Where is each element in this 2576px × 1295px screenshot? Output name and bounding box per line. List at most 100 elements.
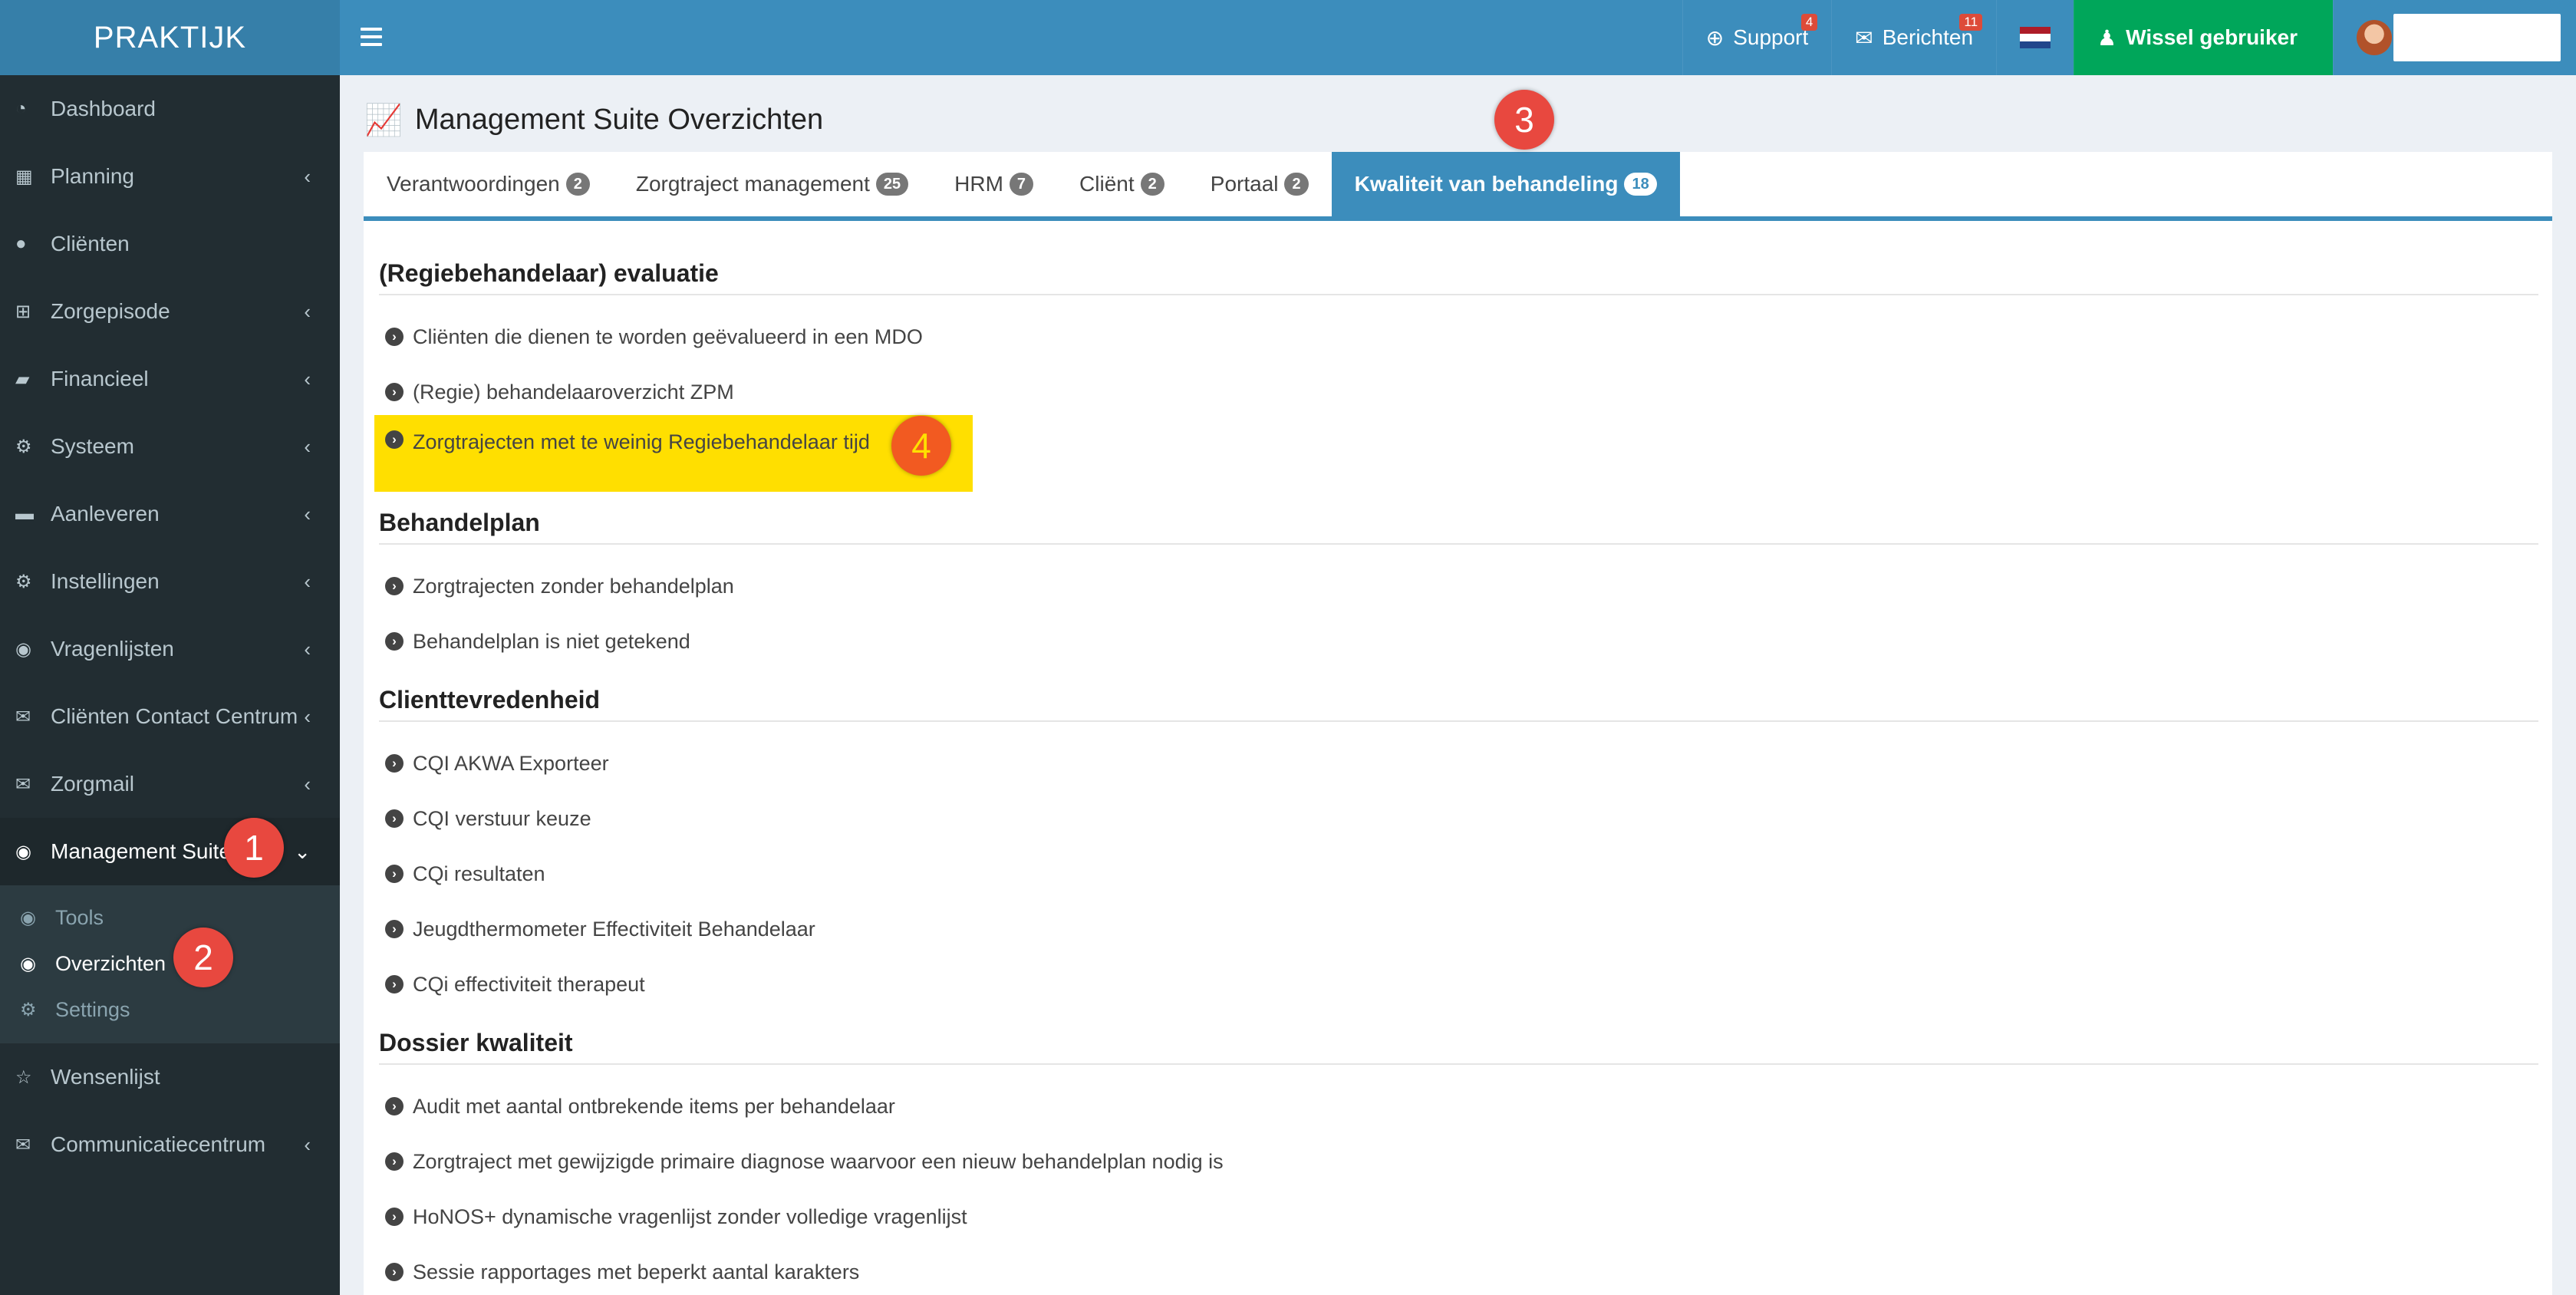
header-nav: ⊕ Support 4 ✉ Berichten 11 ♟ Wissel gebr…	[1682, 0, 2576, 75]
chevron-circle-right-icon: ›	[385, 1208, 404, 1226]
tab-label: HRM	[954, 172, 1003, 196]
sidebar-item-planning[interactable]: ▦ Planning ‹	[0, 143, 340, 210]
sidebar-item-label: Financieel	[51, 367, 149, 390]
tabs-box: Verantwoordingen 2 Zorgtraject management…	[364, 152, 2552, 1295]
report-link[interactable]: › CQI AKWA Exporteer	[379, 736, 2538, 791]
tab-hrm[interactable]: HRM 7	[931, 152, 1056, 216]
annotation-step-1: 1	[224, 818, 284, 878]
chevron-circle-right-icon: ›	[385, 865, 404, 883]
user-name-box	[2393, 14, 2561, 61]
section-dossier-kwaliteit: Dossier kwaliteit › Audit met aantal ontb…	[379, 1029, 2538, 1295]
report-link[interactable]: › CQi effectiviteit therapeut	[379, 957, 2538, 1012]
chevron-circle-right-icon: ›	[385, 383, 404, 401]
chevron-circle-right-icon: ›	[385, 920, 404, 938]
chevron-left-icon: ‹	[304, 502, 311, 526]
chevron-circle-right-icon: ›	[385, 577, 404, 595]
cogs-icon: ⚙	[15, 436, 32, 457]
submenu-item-settings[interactable]: ⚙ Settings	[0, 987, 340, 1033]
switch-user-button[interactable]: ♟ Wissel gebruiker	[2074, 0, 2333, 75]
tab-portaal[interactable]: Portaal 2	[1188, 152, 1332, 216]
report-link[interactable]: › Jeugdthermometer Effectiviteit Behandel…	[379, 901, 2538, 957]
tab-label: Kwaliteit van behandeling	[1354, 172, 1619, 196]
sidebar-item-zorgepisode[interactable]: ⊞ Zorgepisode ‹	[0, 278, 340, 345]
sidebar-item-label: Cliënten Contact Centrum	[51, 704, 298, 728]
chevron-down-icon: ⌄	[294, 839, 311, 863]
tab-client[interactable]: Cliënt 2	[1056, 152, 1188, 216]
page-title-text: Management Suite Overzichten	[414, 103, 824, 136]
report-link-highlighted[interactable]: › Zorgtrajecten met te weinig Regiebehand…	[374, 415, 973, 492]
tab-count-badge: 2	[565, 173, 590, 196]
sidebar-item-communicatiecentrum[interactable]: ✉ Communicatiecentrum ‹	[0, 1111, 340, 1178]
report-link[interactable]: › Behandelplan is niet getekend	[379, 614, 2538, 669]
annotation-step-3: 3	[1494, 90, 1554, 150]
sidebar-item-label: Cliënten	[51, 232, 130, 255]
sidebar-item-zorgmail[interactable]: ✉ Zorgmail ‹	[0, 750, 340, 818]
envelope-icon: ✉	[1855, 25, 1873, 50]
report-link-label: (Regie) behandelaaroverzicht ZPM	[413, 380, 734, 404]
sidebar-item-instellingen[interactable]: ⚙ Instellingen ‹	[0, 548, 340, 615]
gear-icon: ⚙	[20, 999, 37, 1020]
report-link[interactable]: › Zorgtraject met gewijzigde primaire dia…	[379, 1134, 2538, 1189]
tab-count-badge: 25	[875, 173, 909, 196]
report-link-label: CQI verstuur keuze	[413, 806, 591, 830]
language-flag-button[interactable]	[1996, 0, 2074, 75]
tab-verantwoordingen[interactable]: Verantwoordingen 2	[364, 152, 613, 216]
lifebuoy-icon: ⊕	[1705, 25, 1724, 50]
sidebar-item-systeem[interactable]: ⚙ Systeem ‹	[0, 413, 340, 480]
envelope-icon: ✉	[15, 706, 31, 727]
submenu-item-tools[interactable]: ◉ Tools	[0, 895, 340, 941]
report-link-label: Zorgtraject met gewijzigde primaire diag…	[413, 1149, 1224, 1173]
sidebar-item-aanleveren[interactable]: ▬ Aanleveren ‹	[0, 480, 340, 548]
tab-label: Portaal	[1210, 172, 1279, 196]
sidebar-item-label: Wensenlijst	[51, 1065, 160, 1089]
submenu-item-overzichten[interactable]: ◉ Overzichten	[0, 941, 340, 987]
report-link[interactable]: › CQi resultaten	[379, 846, 2538, 901]
sidebar-item-label: Zorgmail	[51, 772, 134, 796]
tab-zorgtraject-management[interactable]: Zorgtraject management 25	[613, 152, 931, 216]
app-logo[interactable]: PRAKTIJK	[0, 0, 340, 75]
sidebar-item-dashboard[interactable]: ◔ Dashboard	[0, 75, 340, 143]
sidebar-item-label: Zorgepisode	[51, 299, 170, 323]
report-link[interactable]: › Audit met aantal ontbrekende items per …	[379, 1079, 2538, 1134]
report-link[interactable]: › Cliënten die dienen te worden geëvaluee…	[379, 309, 2538, 364]
sidebar-item-management-suite[interactable]: ◉ Management Suite ⌄	[0, 818, 340, 885]
report-link-label: Jeugdthermometer Effectiviteit Behandela…	[413, 917, 815, 941]
report-link-label: CQI AKWA Exporteer	[413, 751, 609, 775]
chevron-circle-right-icon: ›	[385, 328, 404, 346]
tab-label: Verantwoordingen	[387, 172, 560, 196]
report-link-label: Cliënten die dienen te worden geëvalueer…	[413, 325, 923, 348]
chevron-circle-right-icon: ›	[385, 754, 404, 773]
chevron-left-icon: ‹	[304, 569, 311, 593]
hamburger-menu-icon[interactable]	[361, 23, 382, 52]
truck-icon: ▬	[15, 503, 34, 524]
sidebar-item-clienten[interactable]: ● Cliënten	[0, 210, 340, 278]
sidebar-item-financieel[interactable]: ▰ Financieel ‹	[0, 345, 340, 413]
report-link[interactable]: › Zorgtrajecten zonder behandelplan	[379, 559, 2538, 614]
sidebar-item-wensenlijst[interactable]: ☆ Wensenlijst	[0, 1043, 340, 1111]
dashboard-icon: ◔	[15, 98, 27, 119]
annotation-step-2: 2	[173, 928, 233, 987]
line-chart-icon: 📈	[364, 103, 403, 137]
sidebar-item-vragenlijsten[interactable]: ◉ Vragenlijsten ‹	[0, 615, 340, 683]
report-link[interactable]: › HoNOS+ dynamische vragenlijst zonder vo…	[379, 1189, 2538, 1244]
report-link[interactable]: › (Regie) behandelaaroverzicht ZPM	[379, 364, 2538, 420]
messages-badge: 11	[1959, 14, 1983, 31]
page-title: 📈 Management Suite Overzichten	[364, 97, 823, 143]
report-link[interactable]: › CQI verstuur keuze	[379, 791, 2538, 846]
messages-button[interactable]: ✉ Berichten 11	[1831, 0, 1996, 75]
submenu-item-label: Overzichten	[55, 951, 166, 975]
chevron-left-icon: ‹	[304, 1132, 311, 1156]
report-link[interactable]: › Sessie rapportages met beperkt aantal k…	[379, 1244, 2538, 1295]
chevron-circle-right-icon: ›	[385, 430, 404, 449]
chevron-circle-right-icon: ›	[385, 632, 404, 651]
section-clienttevredenheid: Clienttevredenheid › CQI AKWA Exporteer ›…	[379, 686, 2538, 1012]
chevron-left-icon: ‹	[304, 637, 311, 661]
user-menu[interactable]	[2333, 0, 2576, 75]
section-title: Behandelplan	[379, 509, 2538, 545]
sidebar-item-clienten-contact-centrum[interactable]: ✉ Cliënten Contact Centrum ‹	[0, 683, 340, 750]
book-icon: ▰	[15, 368, 30, 390]
tab-label: Zorgtraject management	[635, 172, 870, 196]
tab-kwaliteit-van-behandeling[interactable]: Kwaliteit van behandeling 18	[1331, 152, 1680, 216]
report-link-label: Zorgtrajecten zonder behandelplan	[413, 574, 734, 598]
support-button[interactable]: ⊕ Support 4	[1682, 0, 1832, 75]
